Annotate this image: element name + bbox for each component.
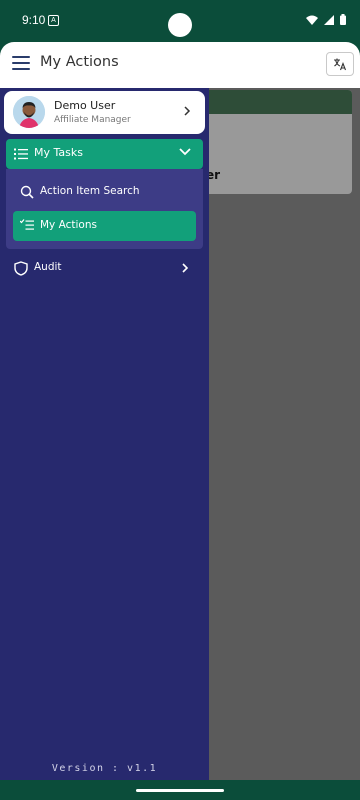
- chevron-right-icon: [182, 263, 189, 273]
- my-tasks-submenu: Action Item Search My Actions: [6, 169, 203, 249]
- page-title: My Actions: [40, 54, 119, 70]
- status-time: 9:10: [22, 13, 46, 27]
- navigation-drawer: Demo User Affiliate Manager My Tasks Act…: [0, 88, 209, 780]
- user-name: Demo User: [54, 99, 116, 112]
- status-bar: 9:10 A: [0, 0, 360, 42]
- menu-item-my-actions[interactable]: My Actions: [13, 211, 196, 241]
- search-icon: [20, 185, 34, 199]
- chevron-down-icon: [179, 148, 191, 156]
- home-handle[interactable]: [136, 789, 224, 792]
- version-label: Version : v1.1: [51, 763, 158, 774]
- camera-cutout: [168, 13, 192, 37]
- hamburger-icon[interactable]: [12, 56, 32, 72]
- translate-icon: [334, 58, 347, 71]
- wifi-icon: [306, 15, 318, 25]
- shield-icon: [14, 261, 28, 276]
- my-tasks-header[interactable]: My Tasks: [6, 139, 203, 169]
- menu-item-label: Action Item Search: [40, 185, 140, 197]
- action-card: er: [196, 90, 352, 194]
- list-check-icon: [20, 219, 34, 230]
- chevron-right-icon: [184, 106, 191, 116]
- user-profile-card[interactable]: Demo User Affiliate Manager: [4, 91, 205, 134]
- app-bar: My Actions: [0, 42, 360, 89]
- menu-item-label: My Actions: [40, 219, 97, 231]
- translate-button[interactable]: [326, 52, 354, 76]
- my-tasks-label: My Tasks: [34, 146, 83, 159]
- menu-item-action-item-search[interactable]: Action Item Search: [13, 177, 196, 207]
- notification-badge: A: [48, 15, 59, 26]
- avatar: [13, 96, 45, 128]
- status-icons: [306, 14, 346, 25]
- action-card-header: [196, 90, 352, 114]
- signal-icon: [324, 14, 334, 25]
- audit-label: Audit: [34, 261, 62, 273]
- user-role: Affiliate Manager: [54, 115, 131, 125]
- menu-item-audit[interactable]: Audit: [0, 251, 209, 285]
- system-nav-bar: [0, 780, 360, 800]
- list-icon: [14, 148, 28, 160]
- battery-icon: [340, 14, 346, 25]
